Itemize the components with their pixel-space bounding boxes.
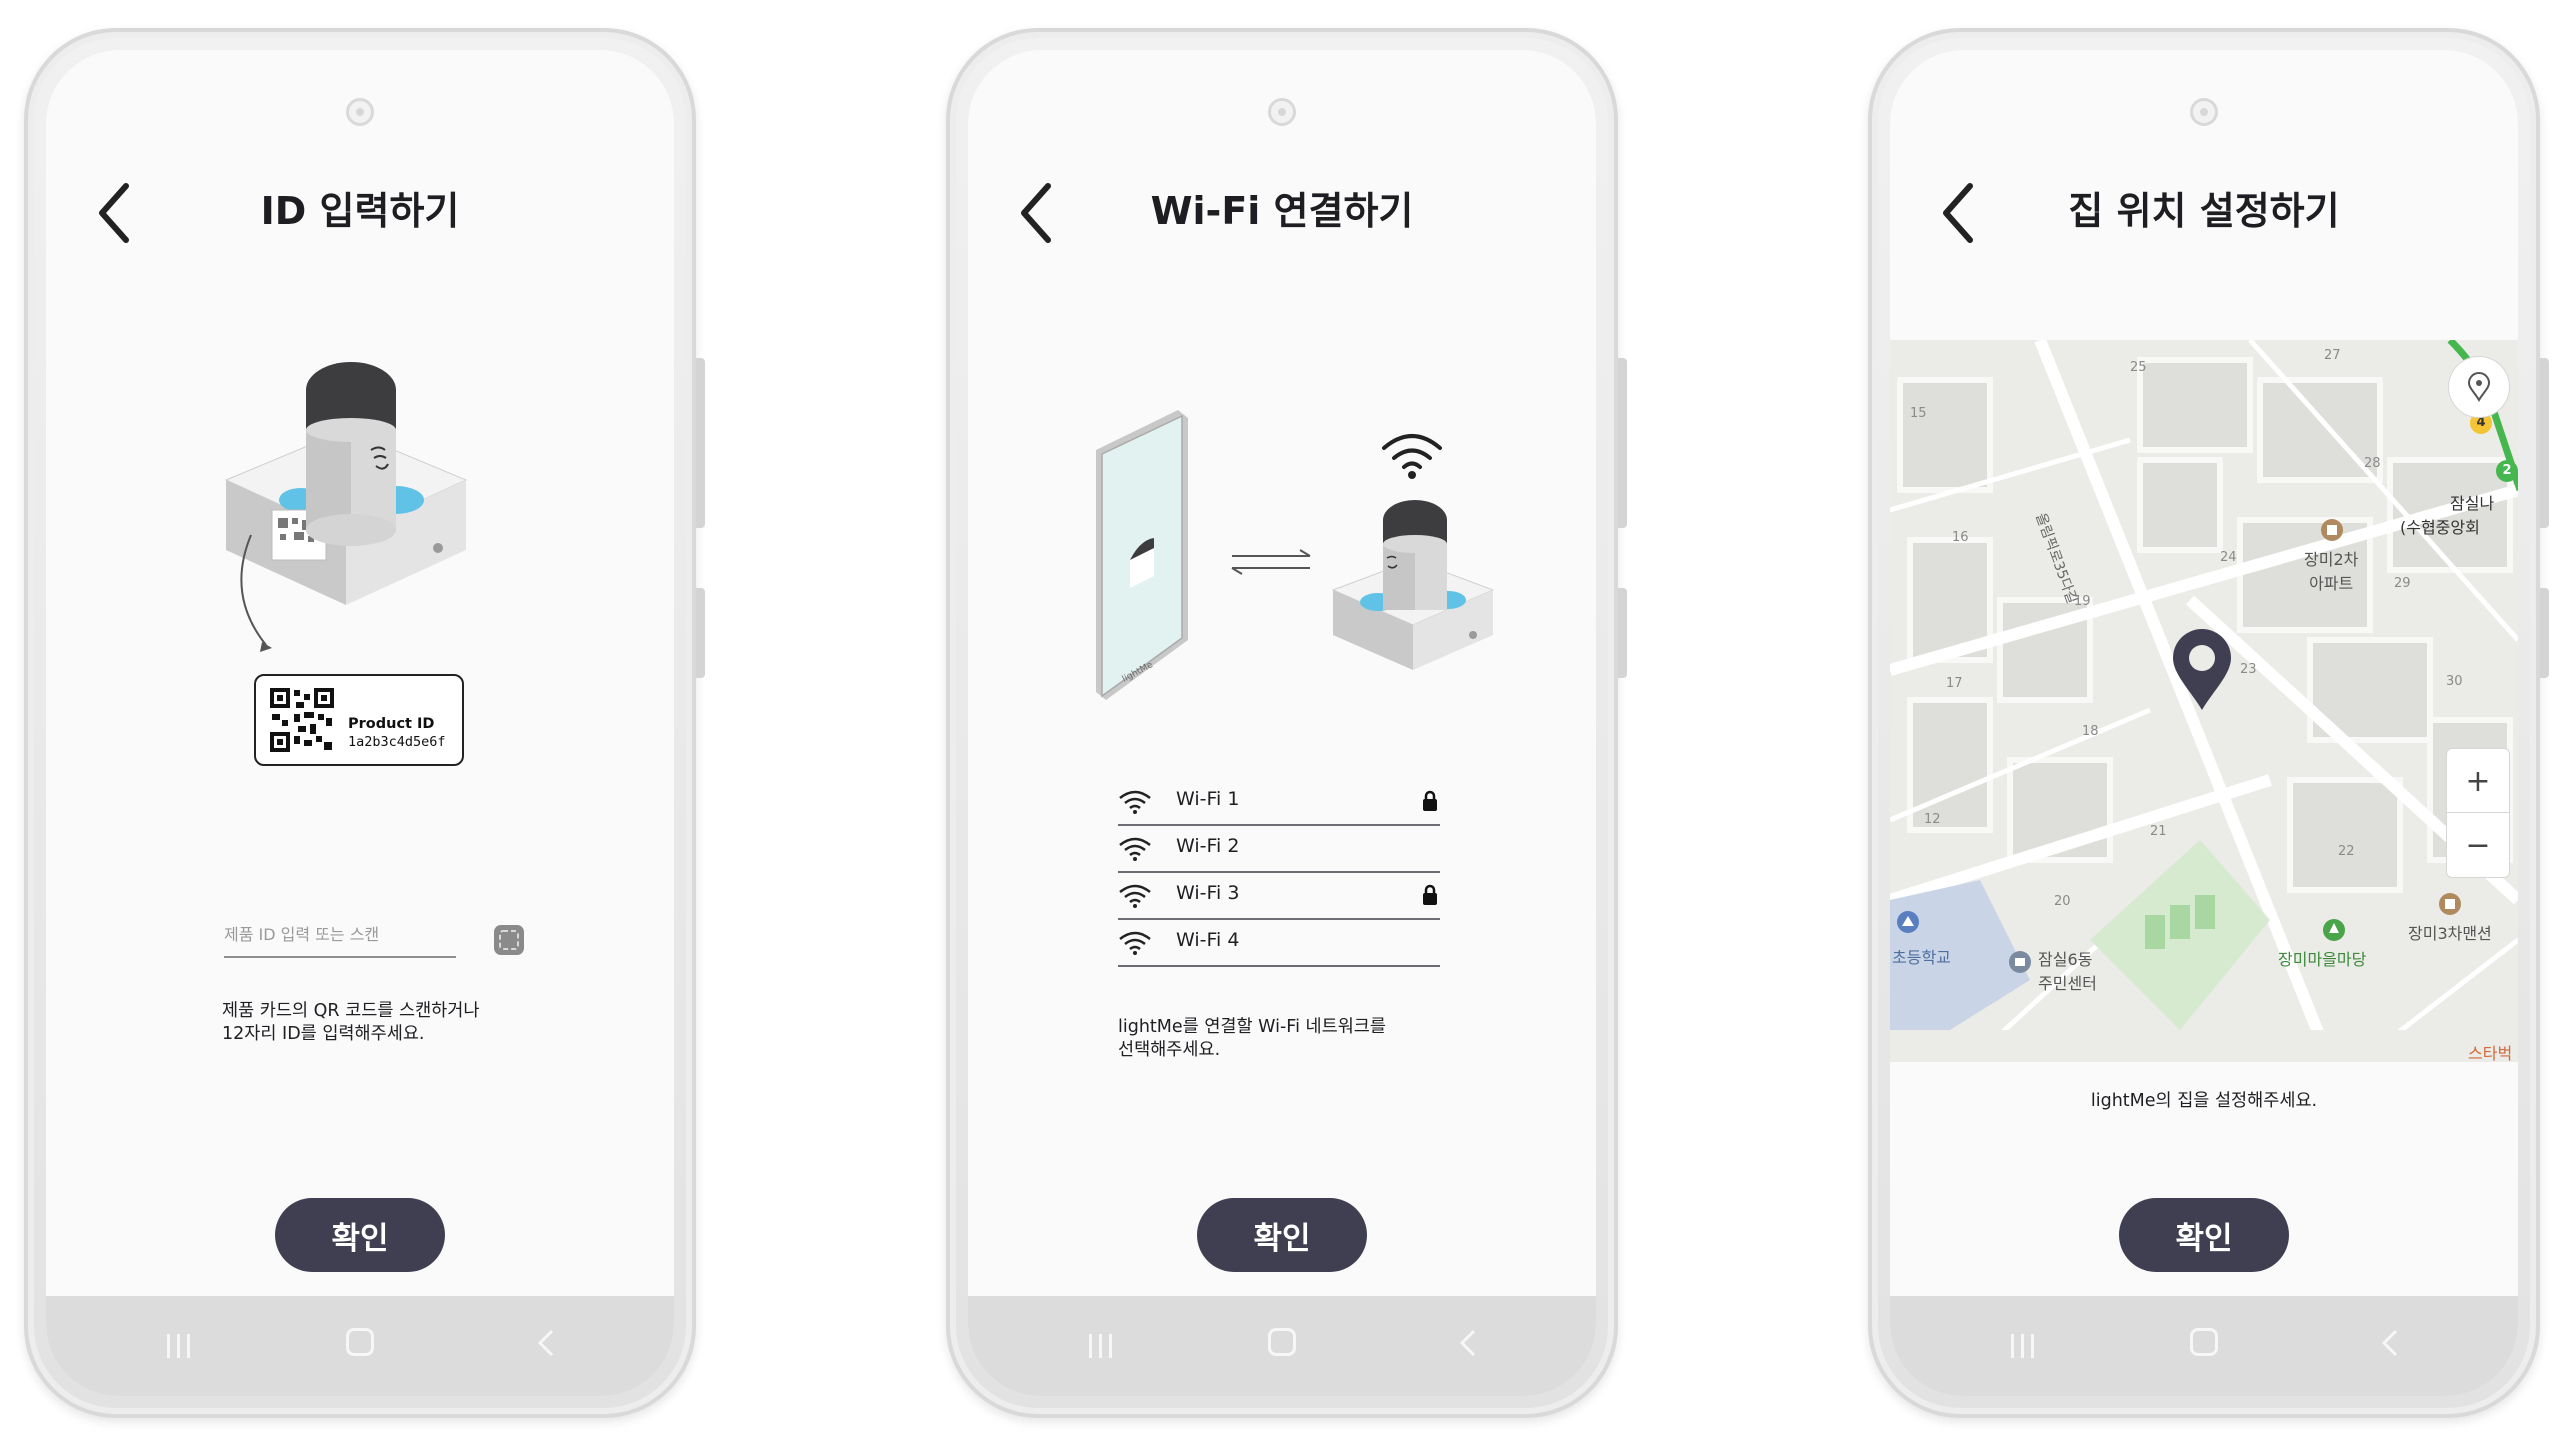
- help-text: 제품 카드의 QR 코드를 스캔하거나 12자리 ID를 입력해주세요.: [222, 1001, 480, 1044]
- place-label-cafe: 스타벅: [2468, 1044, 2513, 1062]
- apartment-marker-icon: [2439, 893, 2461, 915]
- current-location-button[interactable]: [2448, 356, 2510, 418]
- block-number: 19: [2074, 594, 2091, 609]
- system-nav-bar: [46, 1296, 674, 1396]
- confirm-button[interactable]: 확인: [2119, 1198, 2289, 1272]
- wifi-network-name: Wi-Fi 4: [1176, 929, 1240, 951]
- page-title: 집 위치 설정하기: [2068, 189, 2340, 233]
- wifi-network-item[interactable]: Wi-Fi 1: [1118, 780, 1440, 826]
- product-id-card: Product ID 1a2b3c4d5e6f: [254, 674, 464, 766]
- school-marker-icon: [1897, 911, 1919, 933]
- phone-illustration: lightMe: [1096, 410, 1188, 700]
- subway-line-badge: 2: [2496, 460, 2518, 482]
- block-number: 20: [2054, 894, 2071, 909]
- block-number: 30: [2446, 674, 2463, 689]
- device-illustration: [1331, 500, 1495, 670]
- sync-arrows-icon: [1231, 549, 1311, 575]
- product-id-input[interactable]: 제품 ID 입력 또는 스캔: [224, 920, 456, 958]
- location-pin-icon[interactable]: [2170, 628, 2234, 712]
- lock-icon: [1423, 790, 1437, 811]
- place-label-apt3: 장미3차맨션: [2408, 924, 2492, 943]
- front-camera: [346, 98, 374, 126]
- block-number: 22: [2338, 844, 2355, 859]
- recent-apps-icon[interactable]: [1088, 1332, 1114, 1360]
- recent-apps-icon[interactable]: [2010, 1332, 2036, 1360]
- scan-icon[interactable]: [493, 924, 525, 956]
- block-number: 18: [2082, 724, 2099, 739]
- wifi-network-name: Wi-Fi 2: [1176, 835, 1240, 857]
- phone-wifi: Wi-Fi 연결하기 lightMe Wi-Fi 1 Wi-Fi 2 Wi-Fi…: [946, 28, 1627, 1418]
- help-text: lightMe를 연결할 Wi-Fi 네트워크를 선택해주세요.: [1118, 1017, 1386, 1060]
- block-number: 28: [2364, 456, 2381, 471]
- block-number: 15: [1910, 406, 1927, 421]
- wifi-network-name: Wi-Fi 1: [1176, 788, 1240, 810]
- wifi-icon: [1119, 884, 1151, 908]
- qr-code-icon: [270, 688, 334, 752]
- page-title: ID 입력하기: [260, 189, 460, 233]
- product-id-value: 1a2b3c4d5e6f: [348, 734, 446, 750]
- place-label-office: 잠실6동 주민센터: [2038, 950, 2097, 993]
- block-number: 12: [1924, 812, 1941, 827]
- place-label-school: 초등학교: [1892, 948, 1951, 967]
- help-text: lightMe의 집을 설정해주세요.: [2090, 1091, 2318, 1111]
- front-camera: [1268, 98, 1296, 126]
- place-label-apt2: 장미2차 아파트: [2304, 550, 2359, 593]
- nav-back-icon[interactable]: [1458, 1328, 1478, 1358]
- recent-apps-icon[interactable]: [166, 1332, 192, 1360]
- wifi-network-item[interactable]: Wi-Fi 3: [1118, 874, 1440, 920]
- system-nav-bar: [968, 1296, 1596, 1396]
- phone-id-input: ID 입력하기 Product ID 1a2b3c4d5e6f 제품 ID 입력…: [24, 28, 705, 1418]
- home-icon[interactable]: [2190, 1328, 2218, 1356]
- page-title: Wi-Fi 연결하기: [1150, 189, 1414, 233]
- wifi-signal-icon: [1382, 434, 1442, 479]
- my-location-icon: [2467, 372, 2491, 402]
- office-marker-icon: [2009, 951, 2031, 973]
- block-number: 27: [2324, 348, 2341, 363]
- product-id-label: Product ID: [348, 716, 435, 732]
- wifi-network-item[interactable]: Wi-Fi 4: [1118, 921, 1440, 967]
- block-number: 16: [1952, 530, 1969, 545]
- place-label-station: 잠실나 (수협중앙회: [2400, 494, 2495, 537]
- screen: Wi-Fi 연결하기 lightMe Wi-Fi 1 Wi-Fi 2 Wi-Fi…: [968, 50, 1596, 1396]
- park-marker-icon: [2323, 919, 2345, 941]
- front-camera: [2190, 98, 2218, 126]
- confirm-button[interactable]: 확인: [275, 1198, 445, 1272]
- wifi-icon: [1119, 931, 1151, 955]
- confirm-button[interactable]: 확인: [1197, 1198, 1367, 1272]
- block-number: 21: [2150, 824, 2167, 839]
- phone-home-location: 집 위치 설정하기 올림픽로35다길 25 27 28 15 16 24 29 …: [1868, 28, 2549, 1418]
- map-view[interactable]: 올림픽로35다길 25 27 28 15 16 24 29 19 23 30 1…: [1890, 340, 2518, 1062]
- wifi-network-item[interactable]: Wi-Fi 2: [1118, 827, 1440, 873]
- wifi-icon: [1119, 837, 1151, 861]
- zoom-in-button[interactable]: +: [2446, 748, 2510, 814]
- wifi-icon: [1119, 790, 1151, 814]
- block-number: 25: [2130, 360, 2147, 375]
- home-icon[interactable]: [1268, 1328, 1296, 1356]
- screen: 집 위치 설정하기 올림픽로35다길 25 27 28 15 16 24 29 …: [1890, 50, 2518, 1396]
- block-number: 23: [2240, 662, 2257, 677]
- system-nav-bar: [1890, 1296, 2518, 1396]
- nav-back-icon[interactable]: [536, 1328, 556, 1358]
- nav-back-icon[interactable]: [2380, 1328, 2400, 1358]
- wifi-network-name: Wi-Fi 3: [1176, 882, 1240, 904]
- block-number: 29: [2394, 576, 2411, 591]
- lock-icon: [1423, 884, 1437, 905]
- device-illustration: [224, 362, 468, 652]
- screen: ID 입력하기 Product ID 1a2b3c4d5e6f 제품 ID 입력…: [46, 50, 674, 1396]
- block-number: 24: [2220, 550, 2237, 565]
- place-label-park: 장미마을마당: [2278, 950, 2367, 969]
- block-number: 17: [1946, 676, 1963, 691]
- home-icon[interactable]: [346, 1328, 374, 1356]
- zoom-out-button[interactable]: −: [2446, 812, 2510, 878]
- apartment-marker-icon: [2321, 519, 2343, 541]
